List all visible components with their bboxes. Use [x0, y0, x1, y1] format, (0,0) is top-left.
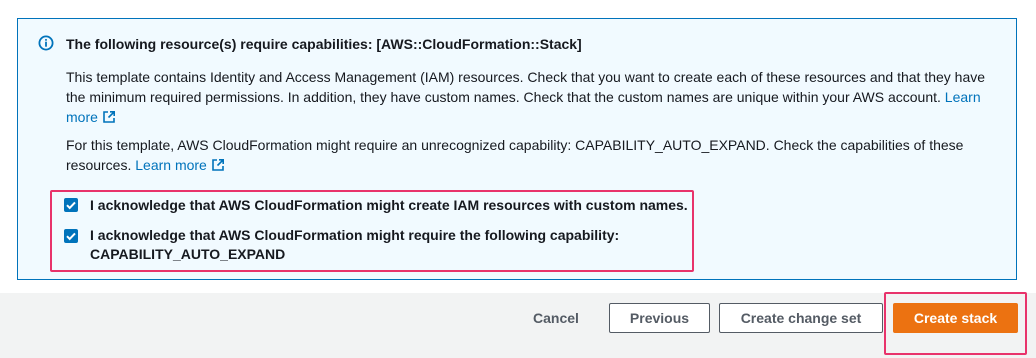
- info-icon: [38, 35, 54, 51]
- learn-more-link-label: Learn more: [135, 157, 207, 173]
- acknowledge-iam-checkbox[interactable]: [64, 198, 78, 212]
- alert-title: The following resource(s) require capabi…: [66, 36, 582, 52]
- create-change-set-button[interactable]: Create change set: [719, 303, 883, 333]
- external-link-icon: [102, 109, 116, 129]
- checkmark-icon: [66, 201, 76, 210]
- alert-paragraph-capability: For this template, AWS CloudFormation mi…: [66, 135, 986, 177]
- acknowledge-iam-label[interactable]: I acknowledge that AWS CloudFormation mi…: [90, 196, 688, 215]
- previous-button[interactable]: Previous: [609, 303, 710, 333]
- alert-paragraph-iam: This template contains Identity and Acce…: [66, 67, 986, 129]
- alert-paragraph-iam-text: This template contains Identity and Acce…: [66, 69, 986, 105]
- create-stack-highlight: [884, 292, 1027, 355]
- checkmark-icon: [66, 232, 76, 241]
- acknowledge-auto-expand-label[interactable]: I acknowledge that AWS CloudFormation mi…: [90, 226, 670, 264]
- learn-more-link-capability[interactable]: Learn more: [135, 157, 225, 173]
- external-link-icon: [211, 157, 225, 177]
- cancel-button[interactable]: Cancel: [516, 303, 596, 333]
- acknowledge-auto-expand-checkbox[interactable]: [64, 229, 78, 243]
